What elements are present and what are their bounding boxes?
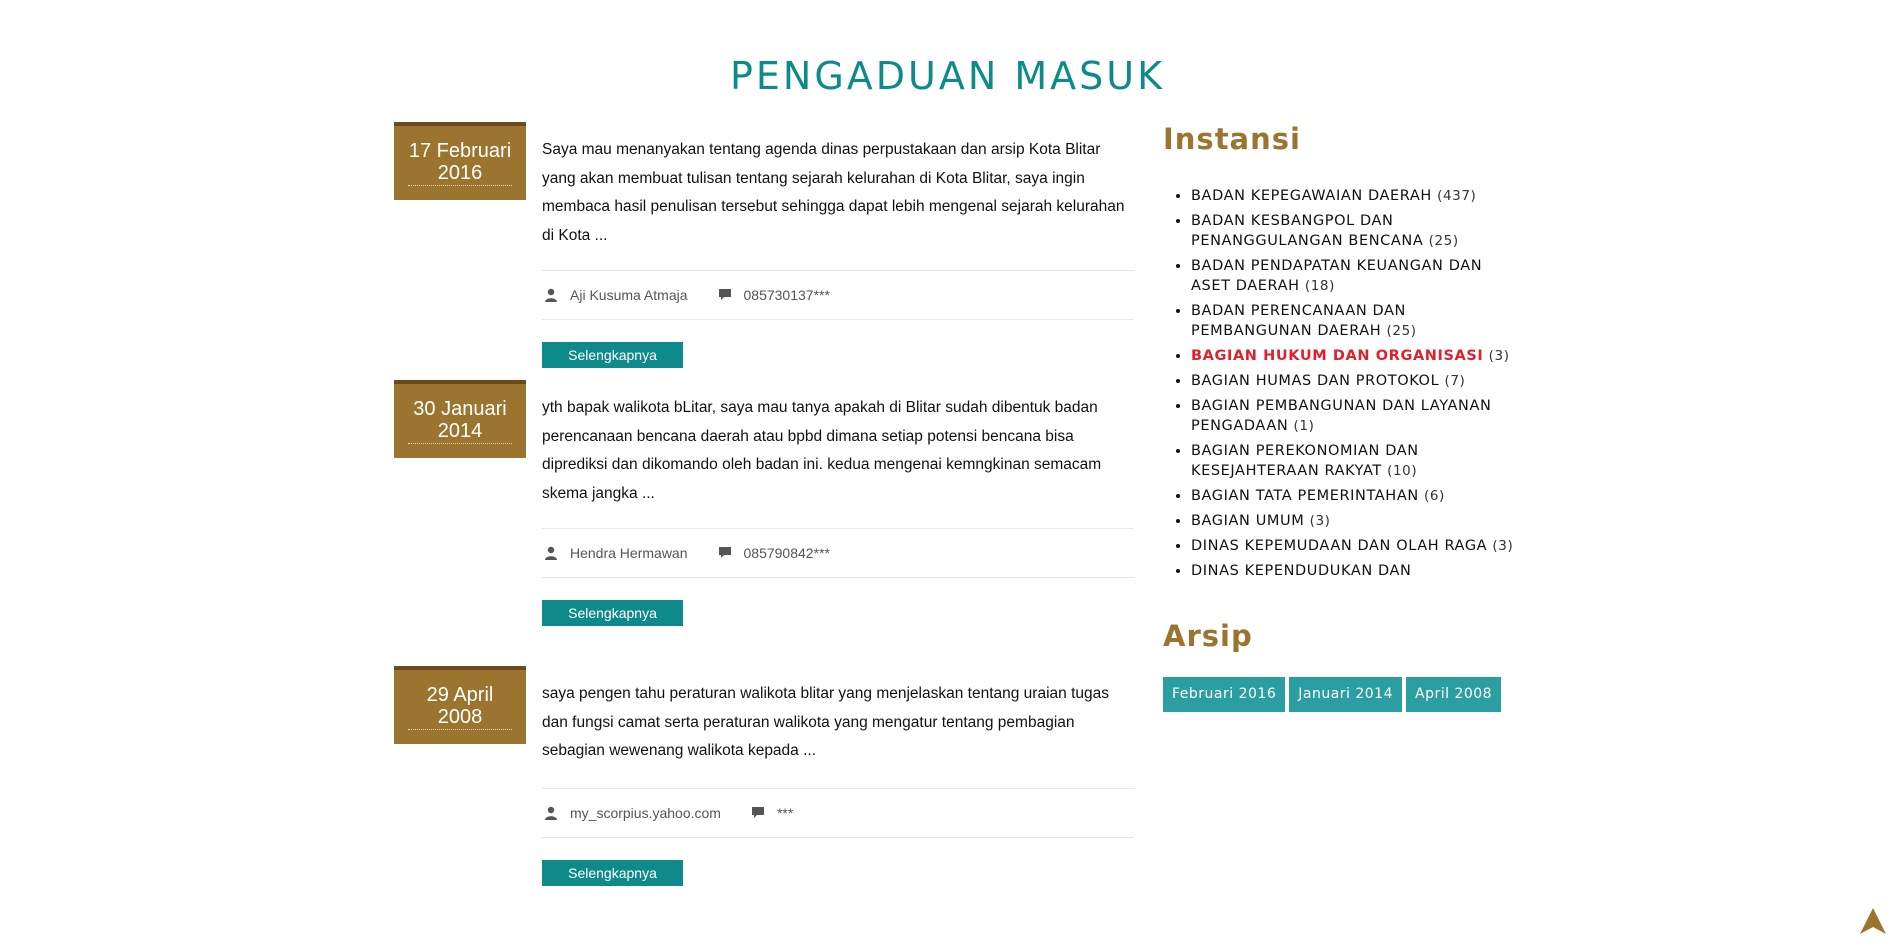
complaint-author: Aji Kusuma Atmaja <box>570 287 688 303</box>
instansi-name[interactable]: BADAN PENDAPATAN KEUANGAN DAN ASET DAERA… <box>1191 258 1482 294</box>
date-year: 2016 <box>437 162 483 184</box>
comment-icon <box>716 286 734 304</box>
date-day-month: 17 Februari <box>408 140 512 162</box>
arsip-heading: Arsip <box>1163 619 1253 653</box>
date-badge: 29 April 2008 <box>394 666 526 744</box>
complaint-body: yth bapak walikota bLitar, saya mau tany… <box>542 380 1134 626</box>
instansi-count: (3) <box>1492 538 1514 554</box>
date-year: 2014 <box>437 420 483 442</box>
arsip-list: Februari 2016 Januari 2014 April 2008 <box>1163 677 1523 712</box>
instansi-item[interactable]: BADAN KESBANGPOL DAN PENANGGULANGAN BENC… <box>1191 211 1523 251</box>
arrow-up-icon <box>1860 908 1886 934</box>
instansi-name[interactable]: BAGIAN PEMBANGUNAN DAN LAYANAN PENGADAAN <box>1191 398 1491 434</box>
date-badge: 17 Februari 2016 <box>394 122 526 200</box>
complaint-phone: 085790842*** <box>743 545 830 561</box>
arsip-item-januari-2014[interactable]: Januari 2014 <box>1289 677 1402 712</box>
instansi-name[interactable]: BAGIAN HUMAS DAN PROTOKOL <box>1191 373 1439 389</box>
complaint-meta: Aji Kusuma Atmaja 085730137*** <box>542 270 1134 320</box>
arsip-item-april-2008[interactable]: April 2008 <box>1406 677 1502 712</box>
instansi-count: (3) <box>1488 348 1510 364</box>
instansi-count: (437) <box>1437 188 1477 204</box>
instansi-count: (10) <box>1387 463 1418 479</box>
instansi-item[interactable]: BADAN PENDAPATAN KEUANGAN DAN ASET DAERA… <box>1191 256 1523 296</box>
complaint-excerpt: Saya mau menanyakan tentang agenda dinas… <box>542 141 1125 244</box>
instansi-item[interactable]: BAGIAN UMUM (3) <box>1191 511 1523 531</box>
page-title: PENGADUAN MASUK <box>729 54 1165 98</box>
complaint-excerpt: yth bapak walikota bLitar, saya mau tany… <box>542 399 1102 502</box>
instansi-count: (6) <box>1424 488 1445 504</box>
user-icon <box>542 544 560 562</box>
date-day-month: 29 April <box>426 684 494 706</box>
complaint-excerpt: saya pengen tahu peraturan walikota blit… <box>542 685 1109 759</box>
instansi-item-active[interactable]: BAGIAN HUKUM DAN ORGANISASI (3) <box>1191 346 1523 366</box>
complaint-author: Hendra Hermawan <box>570 545 688 561</box>
complaint-body: Saya mau menanyakan tentang agenda dinas… <box>542 122 1134 368</box>
instansi-heading: Instansi <box>1163 122 1301 156</box>
instansi-item[interactable]: BADAN KEPEGAWAIAN DAERAH (437) <box>1191 186 1523 206</box>
read-more-button[interactable]: Selengkapnya <box>542 859 683 886</box>
complaint-meta: Hendra Hermawan 085790842*** <box>542 528 1134 578</box>
instansi-item[interactable]: DINAS KEPENDUDUKAN DAN <box>1191 561 1523 581</box>
date-day-month: 30 Januari <box>413 398 507 420</box>
instansi-count: (1) <box>1293 418 1315 434</box>
instansi-name[interactable]: DINAS KEPEMUDAAN DAN OLAH RAGA <box>1191 538 1487 554</box>
user-icon <box>542 804 560 822</box>
instansi-item[interactable]: DINAS KEPEMUDAAN DAN OLAH RAGA (3) <box>1191 536 1523 556</box>
instansi-name[interactable]: BAGIAN PEREKONOMIAN DAN KESEJAHTERAAN RA… <box>1191 443 1419 479</box>
instansi-item[interactable]: BAGIAN HUMAS DAN PROTOKOL (7) <box>1191 371 1523 391</box>
instansi-name[interactable]: BAGIAN UMUM <box>1191 513 1304 529</box>
instansi-item[interactable]: BADAN PERENCANAAN DAN PEMBANGUNAN DAERAH… <box>1191 301 1523 341</box>
instansi-name[interactable]: BAGIAN HUKUM DAN ORGANISASI <box>1191 348 1483 364</box>
arsip-item-februari-2016[interactable]: Februari 2016 <box>1163 677 1286 712</box>
complaint-author: my_scorpius.yahoo.com <box>570 804 721 821</box>
instansi-item[interactable]: BAGIAN TATA PEMERINTAHAN (6) <box>1191 486 1523 506</box>
instansi-name[interactable]: BADAN KEPEGAWAIAN DAERAH <box>1191 188 1432 204</box>
instansi-name[interactable]: DINAS KEPENDUDUKAN DAN <box>1191 563 1412 579</box>
comment-icon <box>749 804 767 822</box>
date-year: 2008 <box>437 706 483 728</box>
sidebar: Instansi BADAN KEPEGAWAIAN DAERAH (437) … <box>1163 122 1523 712</box>
read-more-button[interactable]: Selengkapnya <box>542 600 683 626</box>
complaint-phone: *** <box>776 804 794 821</box>
instansi-count: (18) <box>1304 278 1335 294</box>
instansi-count: (3) <box>1309 513 1331 529</box>
instansi-count: (7) <box>1444 373 1466 389</box>
instansi-item[interactable]: BAGIAN PEREKONOMIAN DAN KESEJAHTERAAN RA… <box>1191 441 1523 481</box>
instansi-name[interactable]: BAGIAN TATA PEMERINTAHAN <box>1191 488 1419 504</box>
complaint-meta: my_scorpius.yahoo.com *** <box>542 787 1134 838</box>
instansi-count: (25) <box>1386 323 1417 339</box>
instansi-count: (25) <box>1428 233 1459 249</box>
date-badge: 30 Januari 2014 <box>394 380 526 458</box>
instansi-item[interactable]: BAGIAN PEMBANGUNAN DAN LAYANAN PENGADAAN… <box>1191 396 1523 436</box>
instansi-name[interactable]: BADAN PERENCANAAN DAN PEMBANGUNAN DAERAH <box>1191 303 1406 339</box>
comment-icon <box>716 544 734 562</box>
complaint-phone: 085730137*** <box>743 287 830 303</box>
instansi-list: BADAN KEPEGAWAIAN DAERAH (437) BADAN KES… <box>1163 186 1523 581</box>
complaint-body: saya pengen tahu peraturan walikota blit… <box>542 666 1134 886</box>
instansi-name[interactable]: BADAN KESBANGPOL DAN PENANGGULANGAN BENC… <box>1191 213 1423 249</box>
user-icon <box>542 286 560 304</box>
read-more-button[interactable]: Selengkapnya <box>542 342 683 368</box>
scroll-to-top-button[interactable] <box>1858 906 1888 936</box>
